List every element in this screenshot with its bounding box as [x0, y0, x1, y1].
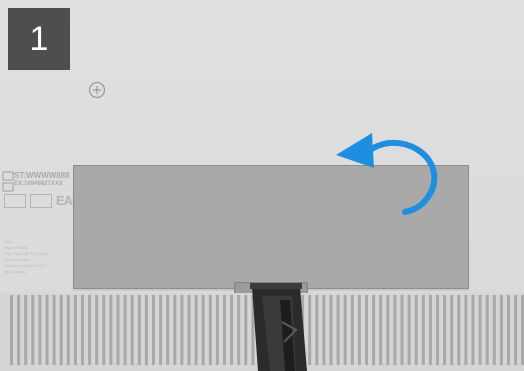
base-cover-scene: 1 ST:WWWW888 EX:16946827XXX EAC DELL Ins…: [0, 0, 524, 371]
curved-arrow-icon: [336, 133, 438, 215]
